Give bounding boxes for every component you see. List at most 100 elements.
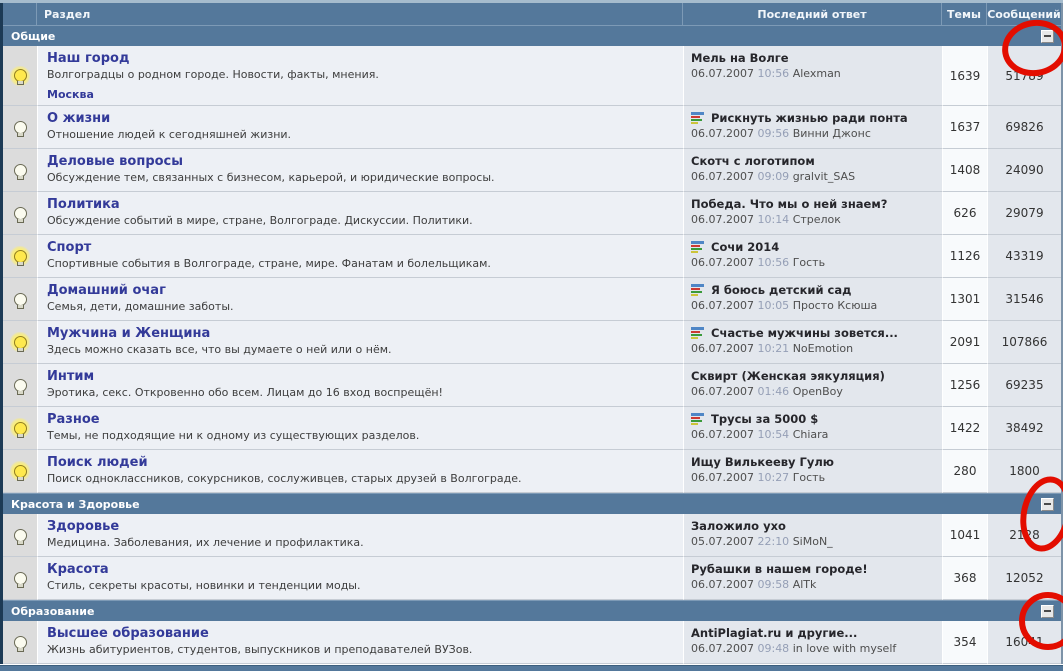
header-last-post: Последний ответ xyxy=(683,3,942,25)
category-title[interactable]: Красота и Здоровье xyxy=(11,498,140,511)
forum-link[interactable]: Здоровье xyxy=(47,519,119,534)
forum-status-cell xyxy=(3,149,37,192)
posts-count-cell: 107866 xyxy=(987,321,1061,364)
collapse-icon[interactable] xyxy=(1041,498,1054,511)
last-post-date: 06.07.2007 xyxy=(691,67,757,80)
last-post-icon[interactable] xyxy=(691,327,706,340)
forum-link[interactable]: Разное xyxy=(47,412,100,427)
last-post-topic-link[interactable]: Сквирт (Женская эякуляция) xyxy=(691,369,885,383)
last-post-topic-link[interactable]: Рубашки в нашем городе! xyxy=(691,562,868,576)
forum-link[interactable]: Интим xyxy=(47,369,94,384)
last-post-author-link[interactable]: AlTk xyxy=(793,578,817,591)
last-post-topic-link[interactable]: Мель на Волге xyxy=(691,51,789,65)
last-post-icon[interactable] xyxy=(691,284,706,297)
forum-link[interactable]: Мужчина и Женщина xyxy=(47,326,210,341)
last-post-topic-link[interactable]: Трусы за 5000 $ xyxy=(711,412,818,426)
forum-row: Высшее образованиеЖизнь абитуриентов, ст… xyxy=(3,621,1061,664)
last-post-author-link[interactable]: Chiara xyxy=(793,428,829,441)
forum-status-cell xyxy=(3,192,37,235)
last-post-time: 10:14 xyxy=(757,213,792,226)
topics-count-cell: 354 xyxy=(942,621,987,664)
last-post-author-link[interactable]: Гость xyxy=(793,471,825,484)
posts-count-cell: 24090 xyxy=(987,149,1061,192)
last-post-meta-row: 06.07.2007 10:21 NoEmotion xyxy=(691,342,936,355)
last-post-author-link[interactable]: gralvit_SAS xyxy=(793,170,855,183)
last-post-author-link[interactable]: Стрелок xyxy=(793,213,841,226)
lightbulb-off-icon xyxy=(10,289,30,309)
category-title[interactable]: Общие xyxy=(11,30,55,43)
posts-count-cell: 16041 xyxy=(987,621,1061,664)
last-post-topic-link[interactable]: Победа. Что мы о ней знаем? xyxy=(691,197,887,211)
last-post-title-row: Ищу Вилькееву Гулю xyxy=(691,455,936,469)
forum-link[interactable]: Красота xyxy=(47,562,109,577)
last-post-author-link[interactable]: OpenBoy xyxy=(793,385,843,398)
forum-rows-container: Общие Наш город Волгоградцы о родном город… xyxy=(3,25,1061,664)
last-post-time: 10:56 xyxy=(757,67,792,80)
last-post-topic-link[interactable]: Заложило ухо xyxy=(691,519,786,533)
forum-cell: О жизниОтношение людей к сегодняшней жиз… xyxy=(37,106,683,149)
lightbulb-off-icon xyxy=(10,160,30,180)
last-post-title-row: Трусы за 5000 $ xyxy=(691,412,936,426)
bulb-glass xyxy=(14,69,27,82)
forum-status-cell xyxy=(3,621,37,664)
forum-link[interactable]: Наш город xyxy=(47,51,129,66)
forum-status-cell xyxy=(3,557,37,600)
last-post-author-link[interactable]: in love with myself xyxy=(793,642,897,655)
posts-count-cell: 51789 xyxy=(987,46,1061,106)
last-post-meta-row: 06.07.2007 09:48 in love with myself xyxy=(691,642,936,655)
forum-link[interactable]: Поиск людей xyxy=(47,455,148,470)
last-post-icon[interactable] xyxy=(691,112,706,125)
last-post-topic-link[interactable]: Скотч с логотипом xyxy=(691,154,815,168)
collapse-icon[interactable] xyxy=(1041,30,1054,43)
last-post-time: 09:09 xyxy=(757,170,792,183)
lightbulb-on-icon xyxy=(10,246,30,266)
last-post-author-link[interactable]: Просто Ксюша xyxy=(793,299,878,312)
last-post-date: 06.07.2007 xyxy=(691,170,757,183)
lightbulb-off-icon xyxy=(10,375,30,395)
last-post-author-link[interactable]: SiMoN_ xyxy=(793,535,833,548)
last-post-cell: AntiPlagiat.ru и другие... 06.07.2007 09:… xyxy=(683,621,942,664)
lightbulb-on-icon xyxy=(10,66,30,86)
collapse-icon[interactable] xyxy=(1041,605,1054,618)
last-post-icon[interactable] xyxy=(691,413,706,426)
last-post-author-link[interactable]: Винни Джонс xyxy=(793,127,871,140)
last-post-author-link[interactable]: Гость xyxy=(793,256,825,269)
category-title[interactable]: Образование xyxy=(11,605,94,618)
topics-count-cell: 1637 xyxy=(942,106,987,149)
lightbulb-on-icon xyxy=(10,332,30,352)
forum-link[interactable]: Спорт xyxy=(47,240,91,255)
forum-table: Раздел Последний ответ Темы Сообщений Об… xyxy=(0,3,1063,664)
forum-cell: КрасотаСтиль, секреты красоты, новинки и… xyxy=(37,557,683,600)
last-post-icon[interactable] xyxy=(691,241,706,254)
forum-link[interactable]: О жизни xyxy=(47,111,110,126)
forum-description: Эротика, секс. Откровенно обо всем. Лица… xyxy=(47,386,675,399)
last-post-time: 10:27 xyxy=(757,471,792,484)
posts-count-cell: 31546 xyxy=(987,278,1061,321)
last-post-topic-link[interactable]: Я боюсь детский сад xyxy=(711,283,851,297)
forum-link[interactable]: Высшее образование xyxy=(47,626,209,641)
topics-count-cell: 2091 xyxy=(942,321,987,364)
posts-count-cell: 43319 xyxy=(987,235,1061,278)
bulb-glass xyxy=(14,121,27,134)
forum-description: Волгоградцы о родном городе. Новости, фа… xyxy=(47,68,675,81)
forum-link[interactable]: Домашний очаг xyxy=(47,283,166,298)
last-post-topic-link[interactable]: AntiPlagiat.ru и другие... xyxy=(691,626,857,640)
last-post-topic-link[interactable]: Сочи 2014 xyxy=(711,240,779,254)
page-bottom-strip xyxy=(0,665,1063,671)
last-post-author-link[interactable]: NoEmotion xyxy=(793,342,853,355)
forum-link[interactable]: Деловые вопросы xyxy=(47,154,183,169)
header-section: Раздел xyxy=(37,3,683,25)
last-post-cell: Рубашки в нашем городе!06.07.2007 09:58 … xyxy=(683,557,942,600)
last-post-time: 10:05 xyxy=(757,299,792,312)
last-post-meta-row: 06.07.2007 09:56 Винни Джонс xyxy=(691,127,936,140)
topics-count-cell: 1639 xyxy=(942,46,987,106)
last-post-topic-link[interactable]: Рискнуть жизнью ради понта xyxy=(711,111,908,125)
subforum-link[interactable]: Москва xyxy=(47,88,94,101)
last-post-topic-link[interactable]: Ищу Вилькееву Гулю xyxy=(691,455,834,469)
topics-count-cell: 1256 xyxy=(942,364,987,407)
category-bar: Красота и Здоровье xyxy=(3,493,1061,514)
last-post-date: 06.07.2007 xyxy=(691,342,757,355)
forum-link[interactable]: Политика xyxy=(47,197,120,212)
last-post-topic-link[interactable]: Счастье мужчины зовется... xyxy=(711,326,898,340)
last-post-author-link[interactable]: Alexman xyxy=(793,67,841,80)
